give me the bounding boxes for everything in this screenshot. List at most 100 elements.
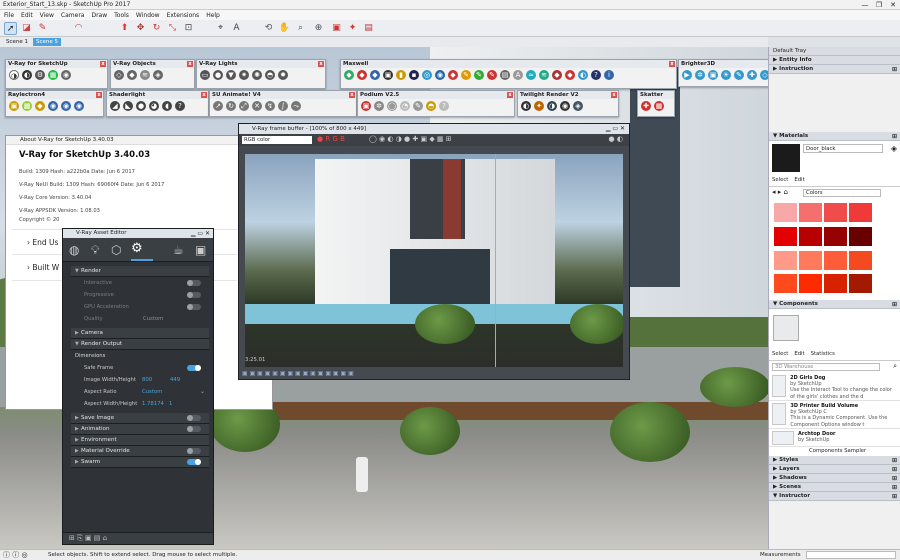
close-icon[interactable]: x bbox=[611, 92, 617, 98]
safe-frame-toggle[interactable]: Safe Frame bbox=[71, 362, 209, 374]
color-swatch[interactable] bbox=[849, 203, 872, 222]
maxwell-render-icon[interactable]: ◆ bbox=[370, 70, 380, 80]
mesh-icon[interactable]: ◈ bbox=[153, 70, 163, 80]
maxwell-studio-icon[interactable]: ▣ bbox=[383, 70, 393, 80]
layout-icon[interactable]: ▤ bbox=[362, 22, 375, 35]
instruction-panel[interactable]: ▶ Instruction ⊞ bbox=[769, 65, 900, 74]
section-camera[interactable]: ▶ Camera bbox=[71, 328, 209, 339]
select-tool-icon[interactable]: ➚ bbox=[4, 22, 17, 35]
b3d-settings-icon[interactable]: ✲ bbox=[695, 70, 705, 80]
warehouse-search-input[interactable]: 3D Warehouse bbox=[772, 363, 880, 371]
library-select[interactable]: Colors bbox=[803, 189, 881, 197]
color-swatch[interactable] bbox=[774, 250, 797, 270]
pencil-icon[interactable]: ✎ bbox=[36, 22, 49, 35]
anim-scale-icon[interactable]: ⤢ bbox=[239, 101, 249, 111]
maxwell-material-icon[interactable]: ◆ bbox=[357, 70, 367, 80]
tab-select[interactable]: Select bbox=[772, 351, 788, 360]
section-render-output[interactable]: ▼ Render Output bbox=[71, 339, 209, 350]
rect-light-icon[interactable]: ▭ bbox=[200, 70, 210, 80]
section-environment[interactable]: ▶ Environment bbox=[71, 435, 209, 446]
color-swatch[interactable] bbox=[774, 203, 797, 222]
twilight-opt-icon[interactable]: ◈ bbox=[573, 101, 583, 111]
color-swatch[interactable] bbox=[824, 274, 847, 294]
maxwell-sky-icon[interactable]: ◐ bbox=[578, 70, 588, 80]
close-icon[interactable]: x bbox=[318, 61, 324, 67]
component-item[interactable]: 2D Girls Dog by SketchUp Use the Interact … bbox=[769, 373, 900, 401]
maxwell-proxy-icon[interactable]: ✎ bbox=[487, 70, 497, 80]
vfb-window-controls[interactable]: ▁ ▭ ✕ bbox=[606, 124, 625, 134]
scale-icon[interactable]: ⤡ bbox=[166, 22, 179, 35]
arc-icon[interactable]: ◠ bbox=[72, 22, 85, 35]
warehouse-icon[interactable]: ▣ bbox=[330, 22, 343, 35]
footer-icons[interactable]: ⊞ ⎘ ▣ ▤ ⌂ bbox=[69, 534, 107, 543]
gpu-toggle[interactable]: GPU Acceleration bbox=[71, 301, 209, 313]
section-swarm[interactable]: ▶ Swarm bbox=[71, 457, 209, 468]
tab-select[interactable]: Select bbox=[772, 177, 788, 186]
text-icon[interactable]: A bbox=[230, 22, 243, 35]
close-icon[interactable]: x bbox=[100, 61, 106, 67]
layers-panel[interactable]: ▶ Layers ⊞ bbox=[769, 465, 900, 474]
extension-warehouse-icon[interactable]: ✦ bbox=[346, 22, 359, 35]
scene-tab-1[interactable]: Scene 1 bbox=[3, 38, 31, 46]
paint-bucket-icon[interactable]: ◈ bbox=[891, 144, 897, 153]
shaderlight-mat-icon[interactable]: ● bbox=[136, 101, 146, 111]
maxwell-scene-icon[interactable]: ◆ bbox=[344, 70, 354, 80]
color-swatch[interactable] bbox=[849, 250, 872, 270]
podium-browser-icon[interactable]: ◯ bbox=[387, 101, 397, 111]
measurements-input[interactable] bbox=[806, 551, 896, 559]
shaderlight-help-icon[interactable]: ? bbox=[175, 101, 185, 111]
maxwell-light-icon[interactable]: ◆ bbox=[448, 70, 458, 80]
move-icon[interactable]: ✥ bbox=[134, 22, 147, 35]
shaderlight-light-icon[interactable]: ◕ bbox=[149, 101, 159, 111]
vray-asset-icon[interactable]: ⚙ bbox=[35, 70, 45, 80]
quality-slider[interactable]: Quality Custom bbox=[71, 313, 209, 325]
vfb-render-icon[interactable]: ● ◐ bbox=[609, 135, 623, 143]
material-preview[interactable] bbox=[772, 144, 800, 172]
sphere-light-icon[interactable]: ● bbox=[213, 70, 223, 80]
close-icon[interactable]: x bbox=[507, 92, 513, 98]
color-swatch[interactable] bbox=[849, 226, 872, 246]
podium-bulb-icon[interactable]: ◓ bbox=[426, 101, 436, 111]
aspect-size-row[interactable]: Aspect Width/Height 1.78174 1 bbox=[71, 398, 209, 410]
rotate-icon[interactable]: ↻ bbox=[150, 22, 163, 35]
close-icon[interactable]: x bbox=[201, 92, 207, 98]
maxwell-water-icon[interactable]: ≋ bbox=[539, 70, 549, 80]
scene-tab-5[interactable]: Scene 5 bbox=[33, 38, 62, 46]
zoom-extents-icon[interactable]: ⊕ bbox=[312, 22, 325, 35]
maxwell-save-icon[interactable]: ▪ bbox=[409, 70, 419, 80]
close-icon[interactable]: x bbox=[349, 92, 355, 98]
component-item[interactable]: 3D Printer Build Volume by SketchUp C This… bbox=[769, 401, 900, 429]
shadows-panel[interactable]: ▶ Shadows ⊞ bbox=[769, 474, 900, 483]
render-divider[interactable] bbox=[495, 154, 496, 367]
raylectron-set-icon[interactable]: ◉ bbox=[61, 101, 71, 111]
anim-link-icon[interactable]: ⤳ bbox=[291, 101, 301, 111]
dome-light-icon[interactable]: ◓ bbox=[265, 70, 275, 80]
tape-icon[interactable]: ⌖ bbox=[214, 22, 227, 35]
vfb-bottom-tools[interactable]: ▣ ▣ ▣ ▣ ▣ ▣ ▣ ▣ ▣ ▣ ▣ ▣ ▣ ▣ ▣ bbox=[242, 370, 354, 377]
b3d-play-icon[interactable]: ▶ bbox=[682, 70, 692, 80]
anim-key-icon[interactable]: ✕ bbox=[252, 101, 262, 111]
maxwell-help-icon[interactable]: ? bbox=[591, 70, 601, 80]
maxwell-fire-icon[interactable]: ▮ bbox=[396, 70, 406, 80]
minimize-button[interactable]: — bbox=[858, 0, 872, 10]
section-animation[interactable]: ▶ Animation bbox=[71, 424, 209, 435]
close-icon[interactable]: x bbox=[96, 92, 102, 98]
menu-camera[interactable]: Camera bbox=[61, 12, 85, 19]
section-material-override[interactable]: ▶ Material Override bbox=[71, 446, 209, 457]
zoom-icon[interactable]: ⌕ bbox=[294, 22, 307, 35]
section-save-image[interactable]: ▶ Save Image bbox=[71, 413, 209, 424]
ies-light-icon[interactable]: ✷ bbox=[239, 70, 249, 80]
b3d-light-icon[interactable]: ☀ bbox=[721, 70, 731, 80]
vfb-icon[interactable]: ▣ bbox=[195, 243, 206, 257]
maximize-button[interactable]: ❐ bbox=[872, 0, 886, 10]
settings-icon[interactable]: ⚙ bbox=[131, 241, 143, 256]
color-swatch[interactable] bbox=[824, 250, 847, 270]
vray-interactive-icon[interactable]: ◐ bbox=[22, 70, 32, 80]
search-icon[interactable]: ⌕ bbox=[893, 362, 897, 371]
maxwell-edit-icon[interactable]: ✎ bbox=[461, 70, 471, 80]
shaderlight-set-icon[interactable]: ◣ bbox=[123, 101, 133, 111]
raylectron-mat-icon[interactable]: ▩ bbox=[22, 101, 32, 111]
close-icon[interactable]: x bbox=[187, 61, 193, 67]
color-swatch[interactable] bbox=[849, 274, 872, 294]
eraser-icon[interactable]: ◪ bbox=[20, 22, 33, 35]
